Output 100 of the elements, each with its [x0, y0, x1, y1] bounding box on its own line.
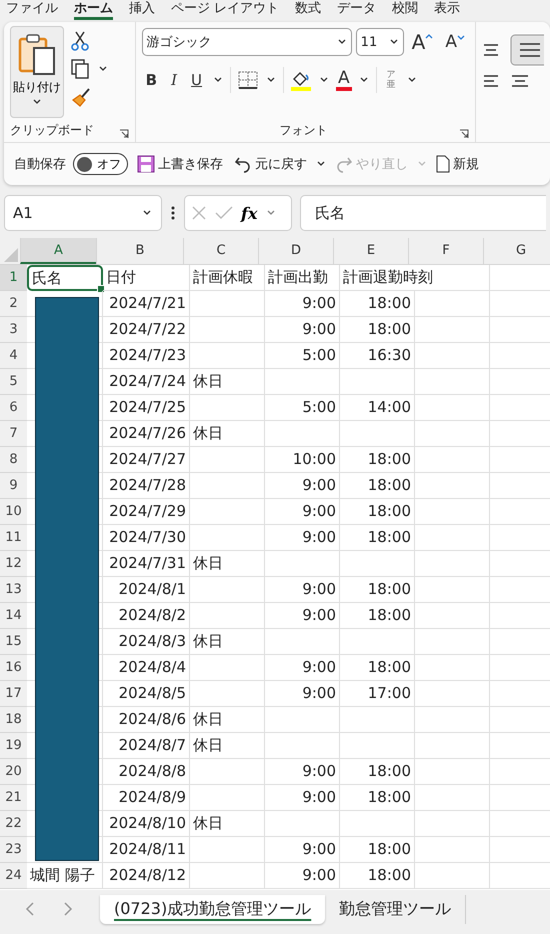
caret-icon[interactable]: [265, 76, 278, 84]
font-name-dropdown[interactable]: 游ゴシック: [142, 28, 352, 56]
font-size-dropdown[interactable]: 11: [356, 28, 404, 56]
row-header[interactable]: 21: [0, 785, 27, 811]
column-header[interactable]: C: [183, 238, 258, 264]
menu-tab[interactable]: 校閲: [392, 0, 418, 17]
row-header[interactable]: 6: [0, 395, 27, 421]
format-painter-icon[interactable]: [70, 86, 92, 108]
menu-tab[interactable]: 挿入: [129, 0, 155, 17]
font-color-button[interactable]: A: [336, 69, 352, 91]
table-cell: 2024/8/3: [103, 629, 190, 655]
table-cell: 18:00: [340, 447, 415, 473]
table-cell: 9:00: [265, 499, 340, 525]
row-header[interactable]: 1: [0, 265, 27, 291]
group-label: フォント: [280, 122, 328, 139]
row-header[interactable]: 20: [0, 759, 27, 785]
menu-tab[interactable]: 表示: [434, 0, 460, 17]
dialog-launcher-icon[interactable]: [118, 129, 129, 139]
caret-icon[interactable]: [406, 76, 418, 84]
table-cell: 18:00: [340, 655, 415, 681]
table-cell: 18:00: [340, 863, 415, 889]
table-cell: 17:00: [340, 681, 415, 707]
caret-icon[interactable]: [316, 160, 326, 168]
document-icon: [436, 155, 450, 173]
group-label: クリップボード: [10, 122, 94, 139]
borders-icon[interactable]: [237, 70, 260, 90]
bold-button[interactable]: B: [142, 71, 162, 89]
row-header[interactable]: 9: [0, 473, 27, 499]
table-cell: 5:00: [265, 395, 340, 421]
column-header[interactable]: G: [483, 238, 550, 264]
phonetic-button[interactable]: ア 亜: [382, 70, 400, 90]
row-header[interactable]: 12: [0, 551, 27, 577]
row-header[interactable]: 7: [0, 421, 27, 447]
row-header[interactable]: 17: [0, 681, 27, 707]
autosave-toggle[interactable]: オフ: [73, 153, 128, 175]
align-left-icon[interactable]: [482, 74, 500, 88]
align-center-icon[interactable]: [510, 74, 528, 88]
align-middle-icon[interactable]: [510, 34, 544, 66]
menu-tab[interactable]: データ: [337, 0, 376, 17]
underline-button[interactable]: U: [187, 71, 206, 89]
sheet-tab[interactable]: (0723)成功勤怠管理ツール: [100, 894, 326, 924]
row-header[interactable]: 18: [0, 707, 27, 733]
row-header[interactable]: 13: [0, 577, 27, 603]
row-header[interactable]: 3: [0, 317, 27, 343]
shrink-font-button[interactable]: A: [441, 32, 469, 52]
caret-icon[interactable]: [318, 76, 330, 84]
table-cell: 休日: [190, 369, 265, 395]
table-cell: 18:00: [340, 317, 415, 343]
row-header[interactable]: 10: [0, 499, 27, 525]
row-header[interactable]: 8: [0, 447, 27, 473]
row-header[interactable]: 19: [0, 733, 27, 759]
row-header[interactable]: 23: [0, 837, 27, 863]
insert-function-button[interactable]: fx: [241, 204, 258, 222]
scissors-icon[interactable]: [70, 30, 90, 52]
table-cell: 18:00: [340, 473, 415, 499]
grow-font-button[interactable]: A: [408, 30, 438, 54]
italic-button[interactable]: I: [167, 71, 182, 89]
dialog-launcher-icon[interactable]: [459, 129, 469, 139]
row-header[interactable]: 2: [0, 291, 27, 317]
table-cell: 9:00: [265, 681, 340, 707]
row-header[interactable]: 14: [0, 603, 27, 629]
new-button[interactable]: 新規: [434, 155, 481, 173]
more-icon[interactable]: [170, 205, 176, 221]
sheet-tab[interactable]: 勤怠管理ツール: [325, 894, 466, 924]
caret-icon[interactable]: [358, 76, 370, 84]
menu-tab[interactable]: ファイル: [6, 0, 58, 17]
row-header[interactable]: 16: [0, 655, 27, 681]
table-cell: 2024/8/5: [103, 681, 190, 707]
row-header[interactable]: 4: [0, 343, 27, 369]
table-cell: 氏名: [27, 265, 103, 291]
check-icon[interactable]: [215, 205, 233, 221]
row-header[interactable]: 5: [0, 369, 27, 395]
paste-button[interactable]: 貼り付け: [10, 26, 64, 118]
save-button[interactable]: 上書き保存: [135, 155, 225, 173]
row-header[interactable]: 11: [0, 525, 27, 551]
caret-icon[interactable]: [212, 76, 224, 84]
column-header[interactable]: B: [96, 238, 183, 264]
table-cell: 2024/7/22: [103, 317, 190, 343]
menu-tab[interactable]: 数式: [295, 0, 322, 17]
name-box[interactable]: A1: [4, 195, 162, 231]
table-cell: 9:00: [265, 759, 340, 785]
column-header[interactable]: D: [258, 238, 333, 264]
table-cell: 18:00: [340, 577, 415, 603]
table-cell: 2024/7/27: [103, 447, 190, 473]
table-cell: 2024/7/24: [103, 369, 190, 395]
column-header[interactable]: A: [20, 238, 96, 264]
fill-handle[interactable]: [97, 285, 105, 293]
table-cell: 14:00: [340, 395, 415, 421]
undo-button[interactable]: 元に戻す: [232, 155, 309, 173]
row-header[interactable]: 22: [0, 811, 27, 837]
table-cell: 18:00: [340, 525, 415, 551]
table-cell: 休日: [190, 421, 265, 447]
column-header[interactable]: F: [408, 238, 483, 264]
column-header[interactable]: E: [333, 238, 408, 264]
formula-field[interactable]: 氏名: [300, 195, 546, 231]
row-header[interactable]: 15: [0, 629, 27, 655]
row-header[interactable]: 24: [0, 863, 27, 889]
table-cell: 2024/8/4: [103, 655, 190, 681]
menu-tab[interactable]: ページ レイアウト: [171, 0, 280, 17]
align-top-icon[interactable]: [482, 43, 500, 57]
